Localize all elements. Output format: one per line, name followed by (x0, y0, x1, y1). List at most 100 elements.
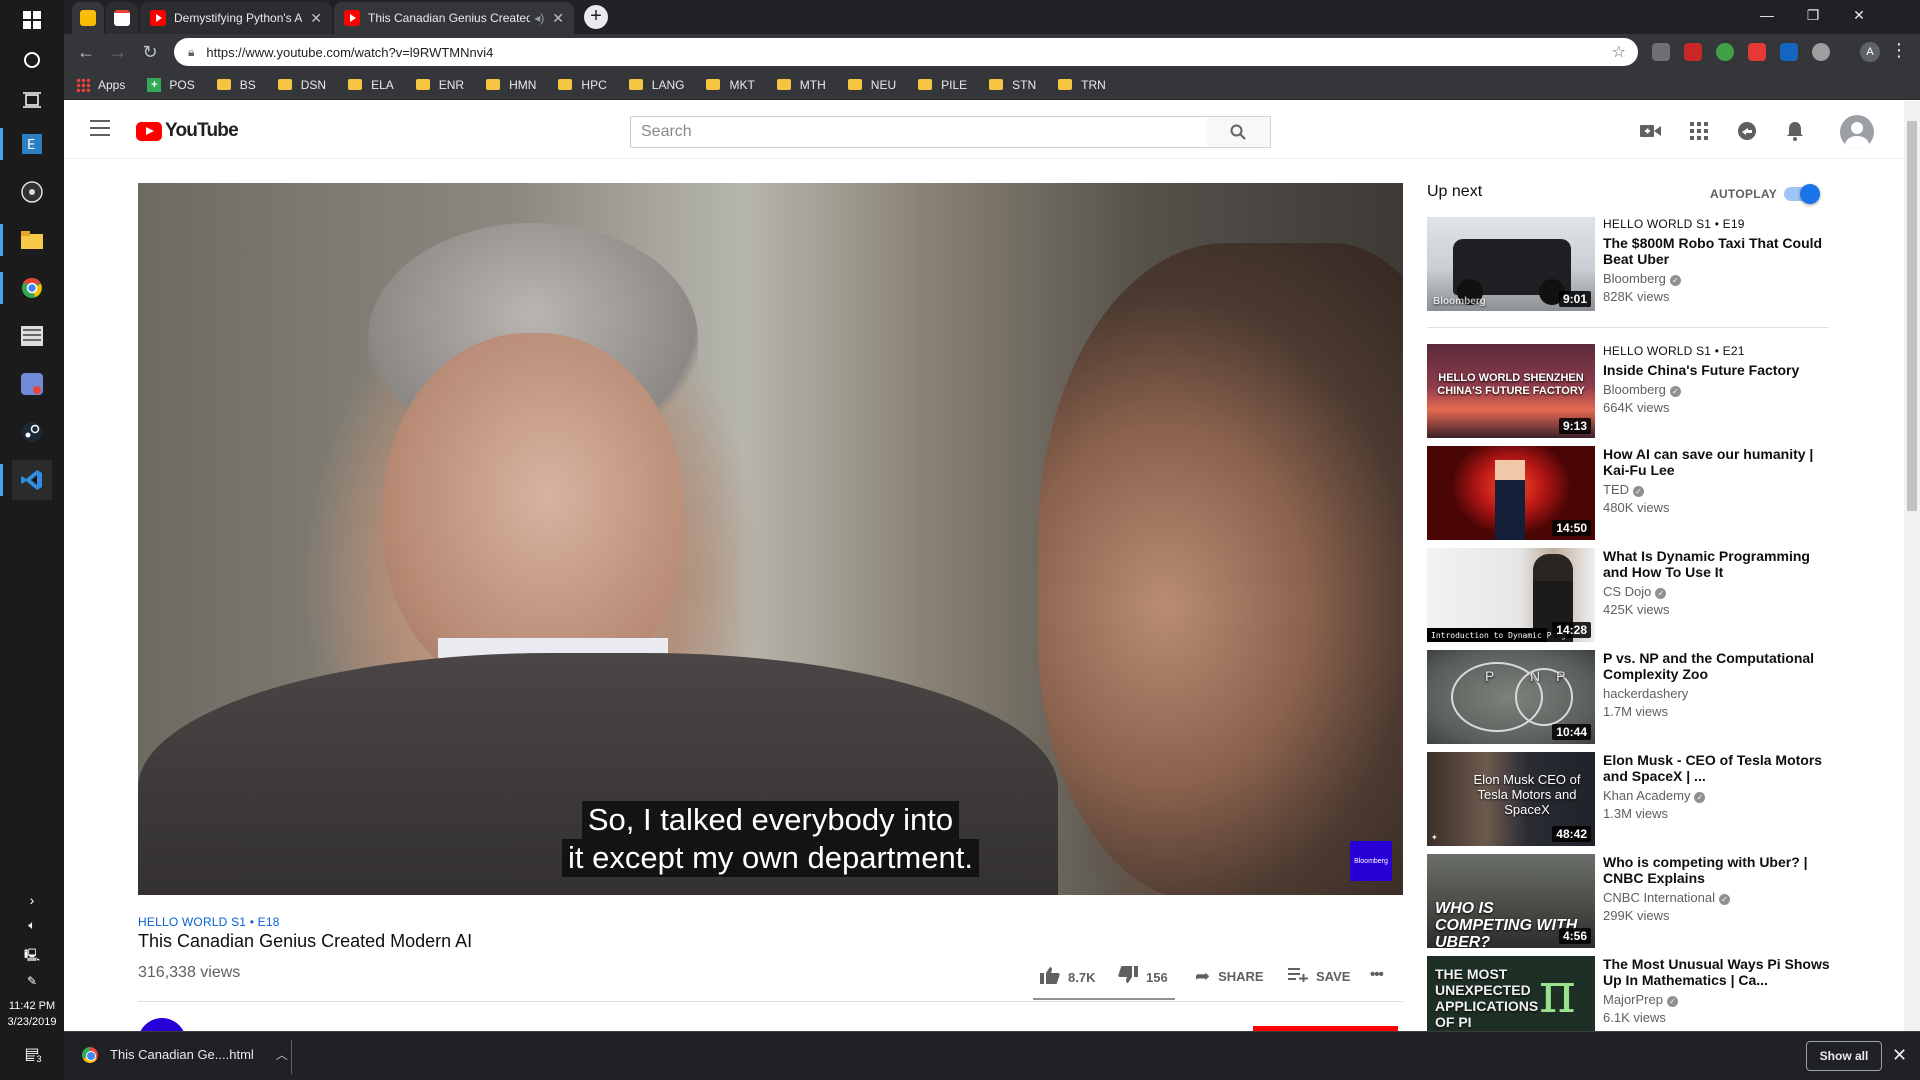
bookmark-folder-mth[interactable]: MTH (776, 78, 826, 92)
recommendation-item[interactable]: Bloomberg 9:01 HELLO WORLD S1 • E19 The … (1427, 217, 1837, 313)
steam-icon[interactable] (12, 412, 52, 452)
bookmark-folder-dsn[interactable]: DSN (277, 78, 326, 92)
recommendation-title[interactable]: Elon Musk - CEO of Tesla Motors and Spac… (1603, 752, 1835, 784)
recommendation-title[interactable]: What Is Dynamic Programming and How To U… (1603, 548, 1835, 580)
tab-pinned-keep[interactable] (72, 2, 104, 34)
close-shelf-icon[interactable]: ✕ (1892, 1045, 1907, 1066)
recommendation-channel[interactable]: TED (1603, 482, 1629, 497)
bookmark-folder-trn[interactable]: TRN (1058, 78, 1106, 92)
show-all-button[interactable]: Show all (1806, 1041, 1882, 1071)
recommendation-channel[interactable]: hackerdashery (1603, 686, 1688, 701)
cortana-search-icon[interactable] (12, 40, 52, 80)
new-tab-button[interactable]: + (584, 5, 608, 29)
dislike-button[interactable]: 156 (1118, 966, 1168, 989)
recommendation-thumbnail[interactable]: HELLO WORLD SHENZHEN CHINA'S FUTURE FACT… (1427, 344, 1595, 438)
recommendation-thumbnail[interactable]: WHO IS COMPETING WITH UBER? 4:56 (1427, 854, 1595, 948)
volume-icon[interactable]: 🔈︎ (0, 918, 64, 933)
reload-button[interactable]: ↻ (136, 38, 164, 66)
bookmark-folder-bs[interactable]: BS (216, 78, 256, 92)
recommendation-channel[interactable]: Bloomberg (1603, 382, 1666, 397)
recommendation-title[interactable]: Who is competing with Uber? | CNBC Expla… (1603, 854, 1835, 886)
recommendation-item[interactable]: HELLO WORLD SHENZHEN CHINA'S FUTURE FACT… (1427, 344, 1837, 440)
recommendation-thumbnail[interactable]: Elon Musk CEO of Tesla Motors and SpaceX… (1427, 752, 1595, 846)
recommendation-item[interactable]: Elon Musk CEO of Tesla Motors and SpaceX… (1427, 752, 1837, 848)
file-explorer-icon[interactable] (0, 220, 52, 260)
show-hidden-icons-chevron-icon[interactable]: › (0, 892, 64, 908)
recommendation-channel[interactable]: CS Dojo (1603, 584, 1651, 599)
profile-avatar[interactable]: A (1860, 42, 1880, 62)
tab-python-async[interactable]: Demystifying Python's Async and Await ✕ (140, 2, 332, 34)
search-button[interactable] (1206, 116, 1271, 148)
share-button[interactable]: ➦ SHARE (1195, 966, 1264, 987)
minimize-button[interactable]: — (1744, 0, 1790, 30)
recommendation-title[interactable]: Inside China's Future Factory (1603, 362, 1835, 378)
bookmark-folder-stn[interactable]: STN (989, 78, 1036, 92)
lock-icon[interactable]: 🔒︎ (188, 45, 194, 60)
action-center-icon[interactable]: ▤ 3 (0, 1044, 64, 1064)
bloomberg-watermark[interactable]: Bloomberg (1350, 841, 1392, 881)
bookmark-folder-hpc[interactable]: HPC (558, 78, 607, 92)
bookmark-folder-enr[interactable]: ENR (415, 78, 464, 92)
extension-red-icon[interactable] (1684, 43, 1702, 61)
tab-canadian-genius[interactable]: This Canadian Genius Created Modern AI ◂… (334, 2, 574, 34)
restore-button[interactable]: ❐ (1790, 0, 1836, 30)
recommendation-channel[interactable]: Bloomberg (1603, 271, 1666, 286)
extension-shield-icon[interactable] (1652, 43, 1670, 61)
recommendation-channel[interactable]: Khan Academy (1603, 788, 1690, 803)
extension-green-icon[interactable] (1716, 43, 1734, 61)
video-series-link[interactable]: HELLO WORLD S1 • E18 (138, 915, 280, 929)
bookmark-folder-mkt[interactable]: MKT (706, 78, 755, 92)
task-view-icon[interactable] (12, 80, 52, 120)
scrollbar-thumb[interactable] (1907, 121, 1917, 511)
back-button[interactable]: ← (72, 38, 100, 66)
recommendation-thumbnail[interactable]: 14:50 (1427, 446, 1595, 540)
close-window-button[interactable]: ✕ (1836, 0, 1882, 30)
recommendation-item[interactable]: THE MOST UNEXPECTED APPLICATIONS OF PI π… (1427, 956, 1837, 1031)
recommendation-item[interactable]: P NP 10:44 P vs. NP and the Computationa… (1427, 650, 1837, 746)
speaker-icon[interactable]: ◂) (534, 11, 544, 25)
bookmark-folder-pile[interactable]: PILE (918, 78, 967, 92)
bookmark-folder-ela[interactable]: ELA (348, 78, 394, 92)
recommendation-thumbnail[interactable]: Introduction to Dynamic Prog 14:28 (1427, 548, 1595, 642)
recommendation-channel[interactable]: MajorPrep (1603, 992, 1663, 1007)
network-icon[interactable]: 🖳︎ (0, 946, 64, 967)
discord-icon[interactable] (12, 364, 52, 404)
page-scrollbar[interactable] (1904, 101, 1920, 1031)
recommendation-item[interactable]: WHO IS COMPETING WITH UBER? 4:56 Who is … (1427, 854, 1837, 950)
download-item[interactable]: This Canadian Ge....html ︿ (82, 1046, 288, 1063)
extension-new-icon[interactable] (1780, 43, 1798, 61)
recommendation-title[interactable]: The $800M Robo Taxi That Could Beat Uber (1603, 235, 1835, 267)
forward-button[interactable]: → (104, 38, 132, 66)
recommendation-series[interactable]: HELLO WORLD S1 • E19 (1603, 217, 1835, 231)
save-button[interactable]: SAVE (1288, 966, 1350, 987)
app-list-icon[interactable] (12, 316, 52, 356)
obs-icon[interactable] (12, 172, 52, 212)
recommendation-thumbnail[interactable]: Bloomberg 9:01 (1427, 217, 1595, 311)
bookmark-folder-neu[interactable]: NEU (847, 78, 896, 92)
notifications-bell-icon[interactable] (1782, 118, 1808, 144)
recommendation-thumbnail[interactable]: THE MOST UNEXPECTED APPLICATIONS OF PI π (1427, 956, 1595, 1031)
autoplay-toggle[interactable] (1784, 184, 1820, 204)
close-tab-icon[interactable]: ✕ (310, 10, 322, 27)
like-button[interactable]: 8.7K (1040, 966, 1095, 989)
recommendation-series[interactable]: HELLO WORLD S1 • E21 (1603, 344, 1835, 358)
vscode-icon[interactable] (0, 460, 52, 500)
clock-date[interactable]: 3/23/2019 (0, 1016, 64, 1028)
extension-gear-icon[interactable] (1812, 43, 1830, 61)
video-player[interactable]: So, I talked everybody into it except my… (138, 183, 1403, 895)
chrome-icon[interactable] (0, 268, 52, 308)
apps-grid-icon[interactable] (1686, 118, 1712, 144)
app-editor-icon[interactable]: E (0, 124, 52, 164)
guide-menu-icon[interactable] (90, 120, 110, 136)
extension-youtube-icon[interactable] (1748, 43, 1766, 61)
search-input[interactable]: Search (630, 116, 1207, 148)
recommendation-title[interactable]: The Most Unusual Ways Pi Shows Up In Mat… (1603, 956, 1835, 988)
messages-icon[interactable] (1734, 118, 1760, 144)
bookmark-folder-lang[interactable]: LANG (628, 78, 684, 92)
bookmark-pos[interactable]: + POS (147, 77, 195, 92)
recommendation-item[interactable]: 14:50 How AI can save our humanity | Kai… (1427, 446, 1837, 542)
more-actions-icon[interactable]: ••• (1370, 966, 1384, 983)
tab-pinned-gmail[interactable] (106, 2, 138, 34)
chevron-up-icon[interactable]: ︿ (276, 1046, 288, 1063)
recommendation-thumbnail[interactable]: P NP 10:44 (1427, 650, 1595, 744)
